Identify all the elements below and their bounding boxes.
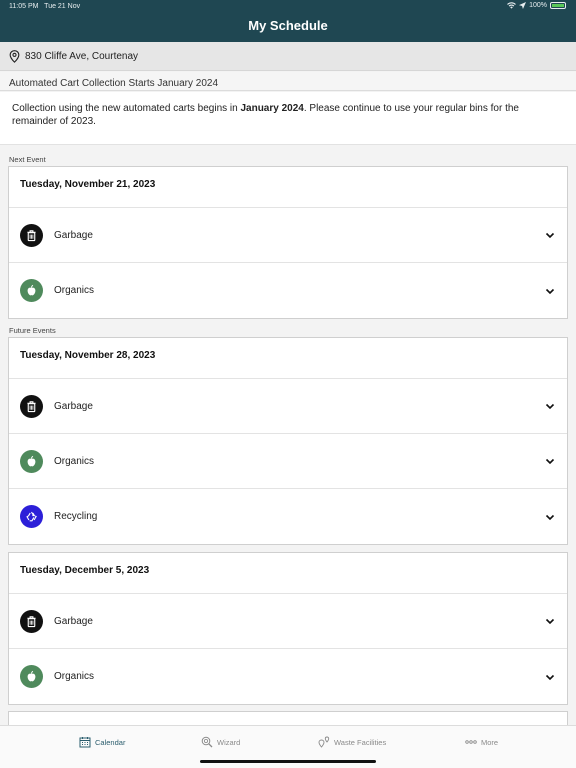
chevron-down-icon[interactable] — [545, 616, 555, 626]
tab-waste-facilities[interactable]: Waste Facilities — [318, 736, 386, 748]
event-date: Tuesday, November 28, 2023 — [9, 338, 567, 379]
chevron-down-icon[interactable] — [545, 512, 555, 522]
address-bar[interactable]: 830 Cliffe Ave, Courtenay — [0, 42, 576, 71]
event-label: Garbage — [54, 615, 93, 627]
status-date-text: Tue 21 Nov — [44, 3, 81, 10]
event-date: Tuesday, December 5, 2023 — [9, 553, 567, 594]
trash-icon — [20, 609, 43, 633]
event-row-organics[interactable]: Organics — [9, 263, 567, 318]
notice-body-text: Collection using the new automated carts… — [12, 103, 241, 114]
event-row-garbage[interactable]: Garbage — [9, 594, 567, 649]
tab-wizard[interactable]: Wizard — [201, 736, 240, 748]
event-row-organics[interactable]: Organics — [9, 434, 567, 489]
notice-title: Automated Cart Collection Starts January… — [0, 72, 576, 91]
chevron-down-icon[interactable] — [545, 456, 555, 466]
battery-icon — [550, 2, 566, 9]
status-indicators: 100% — [507, 2, 566, 9]
future-event-card: Tuesday, November 28, 2023 Garbage Organ… — [8, 337, 568, 545]
location-arrow-icon — [519, 2, 527, 9]
location-pins-icon — [318, 736, 330, 748]
event-label: Recycling — [54, 511, 98, 522]
chevron-down-icon[interactable] — [545, 672, 555, 682]
apple-icon — [20, 279, 43, 302]
status-time-text: 11:05 PM — [9, 3, 39, 10]
event-row-garbage[interactable]: Garbage — [9, 208, 567, 263]
home-indicator[interactable] — [200, 760, 376, 763]
next-event-card: Tuesday, November 21, 2023 Garbage Organ… — [8, 166, 568, 319]
status-time: 11:05 PM Tue 21 Nov — [9, 3, 80, 10]
chevron-down-icon[interactable] — [545, 286, 555, 296]
battery-percent: 100% — [529, 2, 547, 9]
event-row-recycling[interactable]: Recycling — [9, 489, 567, 544]
apple-icon — [20, 449, 43, 473]
recycle-icon — [20, 505, 43, 528]
chevron-down-icon[interactable] — [545, 230, 555, 240]
app-header: 11:05 PM Tue 21 Nov 100% My Schedule — [0, 0, 576, 42]
more-dots-icon — [465, 740, 477, 744]
event-date: Tuesday, November 21, 2023 — [9, 167, 567, 208]
event-label: Garbage — [54, 400, 93, 412]
trash-icon — [20, 223, 43, 247]
chevron-down-icon[interactable] — [545, 401, 555, 411]
tab-calendar[interactable]: Calendar — [79, 736, 125, 748]
tab-label: Wizard — [217, 737, 241, 747]
event-row-garbage[interactable]: Garbage — [9, 379, 567, 434]
event-label: Organics — [54, 455, 95, 467]
page-title: My Schedule — [248, 18, 328, 33]
calendar-icon — [79, 737, 91, 748]
next-event-label: Next Event — [9, 155, 46, 164]
map-pin-icon — [9, 49, 20, 63]
future-events-label: Future Events — [9, 326, 56, 335]
event-label: Garbage — [54, 229, 93, 241]
tab-label: More — [481, 737, 499, 747]
tab-label: Calendar — [95, 737, 126, 747]
event-label: Organics — [54, 671, 95, 682]
tab-more[interactable]: More — [465, 736, 498, 748]
event-label: Organics — [54, 285, 95, 296]
wifi-icon — [507, 2, 516, 9]
trash-icon — [20, 394, 43, 418]
notice-body-highlight: January 2024 — [240, 103, 304, 114]
future-event-card: Tuesday, December 5, 2023 Garbage Organi… — [8, 552, 568, 705]
event-row-organics[interactable]: Organics — [9, 649, 567, 704]
wizard-search-icon — [201, 736, 213, 748]
notice-body: Collection using the new automated carts… — [0, 92, 576, 145]
apple-icon — [20, 665, 43, 688]
tab-label: Waste Facilities — [334, 737, 387, 747]
address-text: 830 Cliffe Ave, Courtenay — [25, 50, 139, 62]
